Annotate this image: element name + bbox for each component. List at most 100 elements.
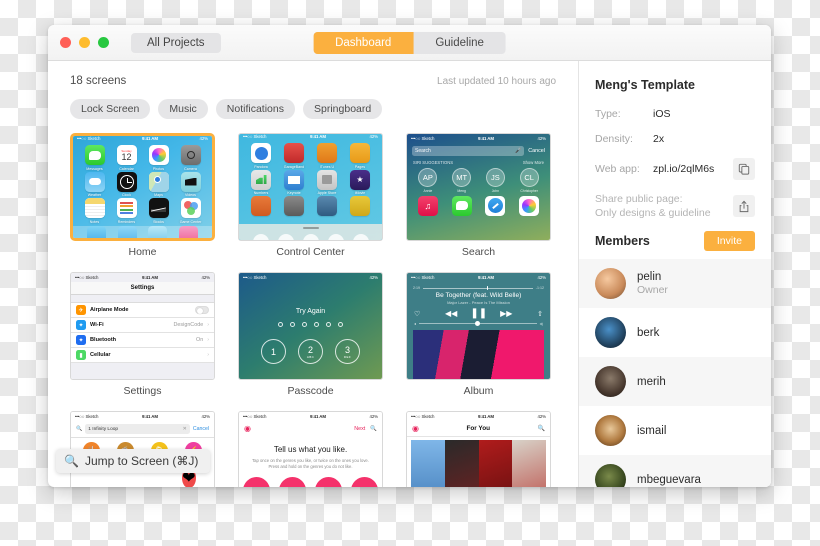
share-button[interactable] <box>733 195 755 217</box>
contact-item[interactable]: MT Meng <box>452 168 472 193</box>
screen-thumbnail-home[interactable]: •••○○ Sketch 9:41 AM 42% Messages Sunday… <box>70 133 215 241</box>
tab-dashboard[interactable]: Dashboard <box>313 31 414 54</box>
screen-card-passcode[interactable]: •••○○ Sketch 42% Try Again 1 2 ABC 3 DEF… <box>238 272 383 397</box>
passcode-key-3[interactable]: 3 DEF <box>335 339 360 364</box>
app-icon-apple-store: Apple Store <box>311 169 343 195</box>
screen-card-album[interactable]: •••○○ Sketch 9:41 AM 42% 2:19 -1:12 Be T… <box>406 272 551 397</box>
heart-icon[interactable]: ♡ <box>414 310 420 318</box>
clear-icon[interactable]: ✕ <box>183 426 187 432</box>
messages-app-icon[interactable] <box>451 195 472 216</box>
screen-card-settings[interactable]: •••○○ Sketch 9:41 AM 42% Settings ✈ Airp… <box>70 272 215 397</box>
view-tabs: Dashboard Guideline <box>313 31 506 54</box>
tab-guideline[interactable]: Guideline <box>413 32 506 54</box>
settings-row-cellular[interactable]: ▮ Cellular › <box>71 348 214 363</box>
search-cancel-button[interactable]: Cancel <box>528 148 545 154</box>
invite-button[interactable]: Invite <box>703 231 755 251</box>
app-icon-extra-2 <box>278 196 310 222</box>
screen-card-home[interactable]: •••○○ Sketch 9:41 AM 42% Messages Sunday… <box>70 133 215 258</box>
passcode-key-1[interactable]: 1 <box>261 339 286 364</box>
search-input[interactable]: Search 🎤 <box>412 146 525 156</box>
filter-chip-notifications[interactable]: Notifications <box>215 99 295 119</box>
account-icon[interactable]: ◉ <box>412 424 419 433</box>
maps-icon <box>148 171 169 192</box>
account-icon[interactable]: ◉ <box>244 424 251 433</box>
member-row-ismail[interactable]: ismail <box>579 406 771 455</box>
genre-bubble[interactable] <box>350 476 378 487</box>
album-artwork <box>413 330 544 379</box>
airplane-mode-toggle[interactable] <box>195 306 209 315</box>
filter-chips: Lock Screen Music Notifications Springbo… <box>70 99 556 119</box>
maps-cancel-button[interactable]: Cancel <box>193 426 209 432</box>
filter-chip-lock-screen[interactable]: Lock Screen <box>70 99 151 119</box>
pause-icon[interactable]: ❚❚ <box>470 308 487 319</box>
maximize-button[interactable] <box>98 37 109 48</box>
genre-bubble[interactable] <box>314 476 342 487</box>
for-you-featured-card[interactable]: #OFFBEAT <box>411 440 546 487</box>
screen-card-control-center[interactable]: •••○○ Sketch 9:41 AM 42% Pandora GarageB… <box>238 133 383 258</box>
screen-thumbnail-for-you[interactable]: •••○○ Sketch 9:41 AM 42% ◉ For You 🔍 <box>406 411 551 487</box>
close-button[interactable] <box>60 37 71 48</box>
contact-item[interactable]: AP Annie <box>418 168 438 193</box>
screen-thumbnail-search[interactable]: •••○○ Sketch 9:41 AM 42% Search 🎤 Cancel <box>406 133 551 241</box>
previous-icon[interactable]: ◀◀ <box>445 309 457 318</box>
jump-to-screen-tooltip[interactable]: 🔍 Jump to Screen (⌘J) <box>56 449 211 473</box>
music-app-icon[interactable]: ♫ <box>417 195 438 216</box>
screen-card-for-you[interactable]: •••○○ Sketch 9:41 AM 42% ◉ For You 🔍 <box>406 411 551 487</box>
screen-thumbnail-music-onboarding[interactable]: •••○○ Sketch 9:41 AM 42% ◉ Next 🔍 Tell u… <box>238 411 383 487</box>
search-icon[interactable]: 🔍 <box>370 426 377 432</box>
genre-bubble[interactable] <box>279 476 307 487</box>
screen-thumbnail-album[interactable]: •••○○ Sketch 9:41 AM 42% 2:19 -1:12 Be T… <box>406 272 551 380</box>
screen-thumbnail-passcode[interactable]: •••○○ Sketch 42% Try Again 1 2 ABC 3 DEF <box>238 272 383 380</box>
cc-wifi-toggle[interactable] <box>277 234 294 240</box>
cc-dnd-toggle[interactable] <box>327 234 344 240</box>
app-label: Photos <box>152 166 165 171</box>
maps-search-input[interactable]: 1 Infinity Loop ✕ <box>85 424 190 434</box>
facebook-app-icon[interactable] <box>519 195 540 216</box>
filter-chip-springboard[interactable]: Springboard <box>303 99 383 119</box>
screen-thumbnail-control-center[interactable]: •••○○ Sketch 9:41 AM 42% Pandora GarageB… <box>238 133 383 241</box>
minimize-button[interactable] <box>79 37 90 48</box>
search-icon[interactable]: 🔍 <box>538 425 545 432</box>
app-label: Keynote <box>287 191 301 195</box>
share-icon[interactable]: ⇧ <box>537 310 543 318</box>
numbers-icon <box>251 169 271 190</box>
control-center-panel[interactable] <box>239 223 382 240</box>
cc-airplane-toggle[interactable] <box>252 234 269 240</box>
safari-app-icon[interactable] <box>485 195 506 216</box>
member-row-pelin[interactable]: pelin Owner <box>579 259 771 308</box>
volume-slider[interactable]: ◂ ◂) <box>407 319 550 326</box>
cc-lock-toggle[interactable] <box>352 234 369 240</box>
progress-track[interactable] <box>423 286 533 290</box>
cc-bluetooth-toggle[interactable] <box>302 234 319 240</box>
app-icon-extra-4 <box>344 196 376 222</box>
remaining-time: -1:12 <box>535 286 544 290</box>
search-bar[interactable]: Search 🎤 Cancel <box>407 143 550 159</box>
cc-drag-handle[interactable] <box>302 226 319 229</box>
screen-thumbnail-settings[interactable]: •••○○ Sketch 9:41 AM 42% Settings ✈ Airp… <box>70 272 215 380</box>
member-row-berk[interactable]: berk <box>579 308 771 357</box>
copy-link-button[interactable] <box>733 158 755 180</box>
genre-bubble[interactable] <box>243 476 271 487</box>
maps-search-bar[interactable]: 🔍 1 Infinity Loop ✕ Cancel <box>71 421 214 438</box>
playback-progress[interactable]: 2:19 -1:12 <box>407 282 550 290</box>
next-button[interactable]: Next <box>354 426 365 432</box>
microphone-icon[interactable]: 🎤 <box>515 148 521 154</box>
search-icon: 🔍 <box>76 426 83 432</box>
bluetooth-icon: ✦ <box>76 335 86 345</box>
settings-row-wifi[interactable]: ✦ Wi-Fi DesignCode › <box>71 318 214 333</box>
passcode-key-2[interactable]: 2 ABC <box>298 339 323 364</box>
settings-row-bluetooth[interactable]: ✦ Bluetooth On › <box>71 333 214 348</box>
all-projects-button[interactable]: All Projects <box>131 32 221 53</box>
volume-track[interactable] <box>419 321 537 326</box>
member-row-mbeguevara[interactable]: mbeguevara <box>579 455 771 487</box>
contact-item[interactable]: JS John <box>485 168 505 193</box>
web-app-url[interactable]: zpl.io/2qlM6s <box>653 163 733 175</box>
settings-row-airplane-mode[interactable]: ✈ Airplane Mode <box>71 303 214 318</box>
filter-chip-music[interactable]: Music <box>158 99 208 119</box>
next-icon[interactable]: ▶▶ <box>500 309 512 318</box>
screen-card-search[interactable]: •••○○ Sketch 9:41 AM 42% Search 🎤 Cancel <box>406 133 551 258</box>
member-row-merih[interactable]: merih <box>579 357 771 406</box>
contact-item[interactable]: CL Christopher <box>519 168 539 193</box>
apple-store-icon <box>317 169 337 190</box>
screen-card-music-onboarding[interactable]: •••○○ Sketch 9:41 AM 42% ◉ Next 🔍 Tell u… <box>238 411 383 487</box>
